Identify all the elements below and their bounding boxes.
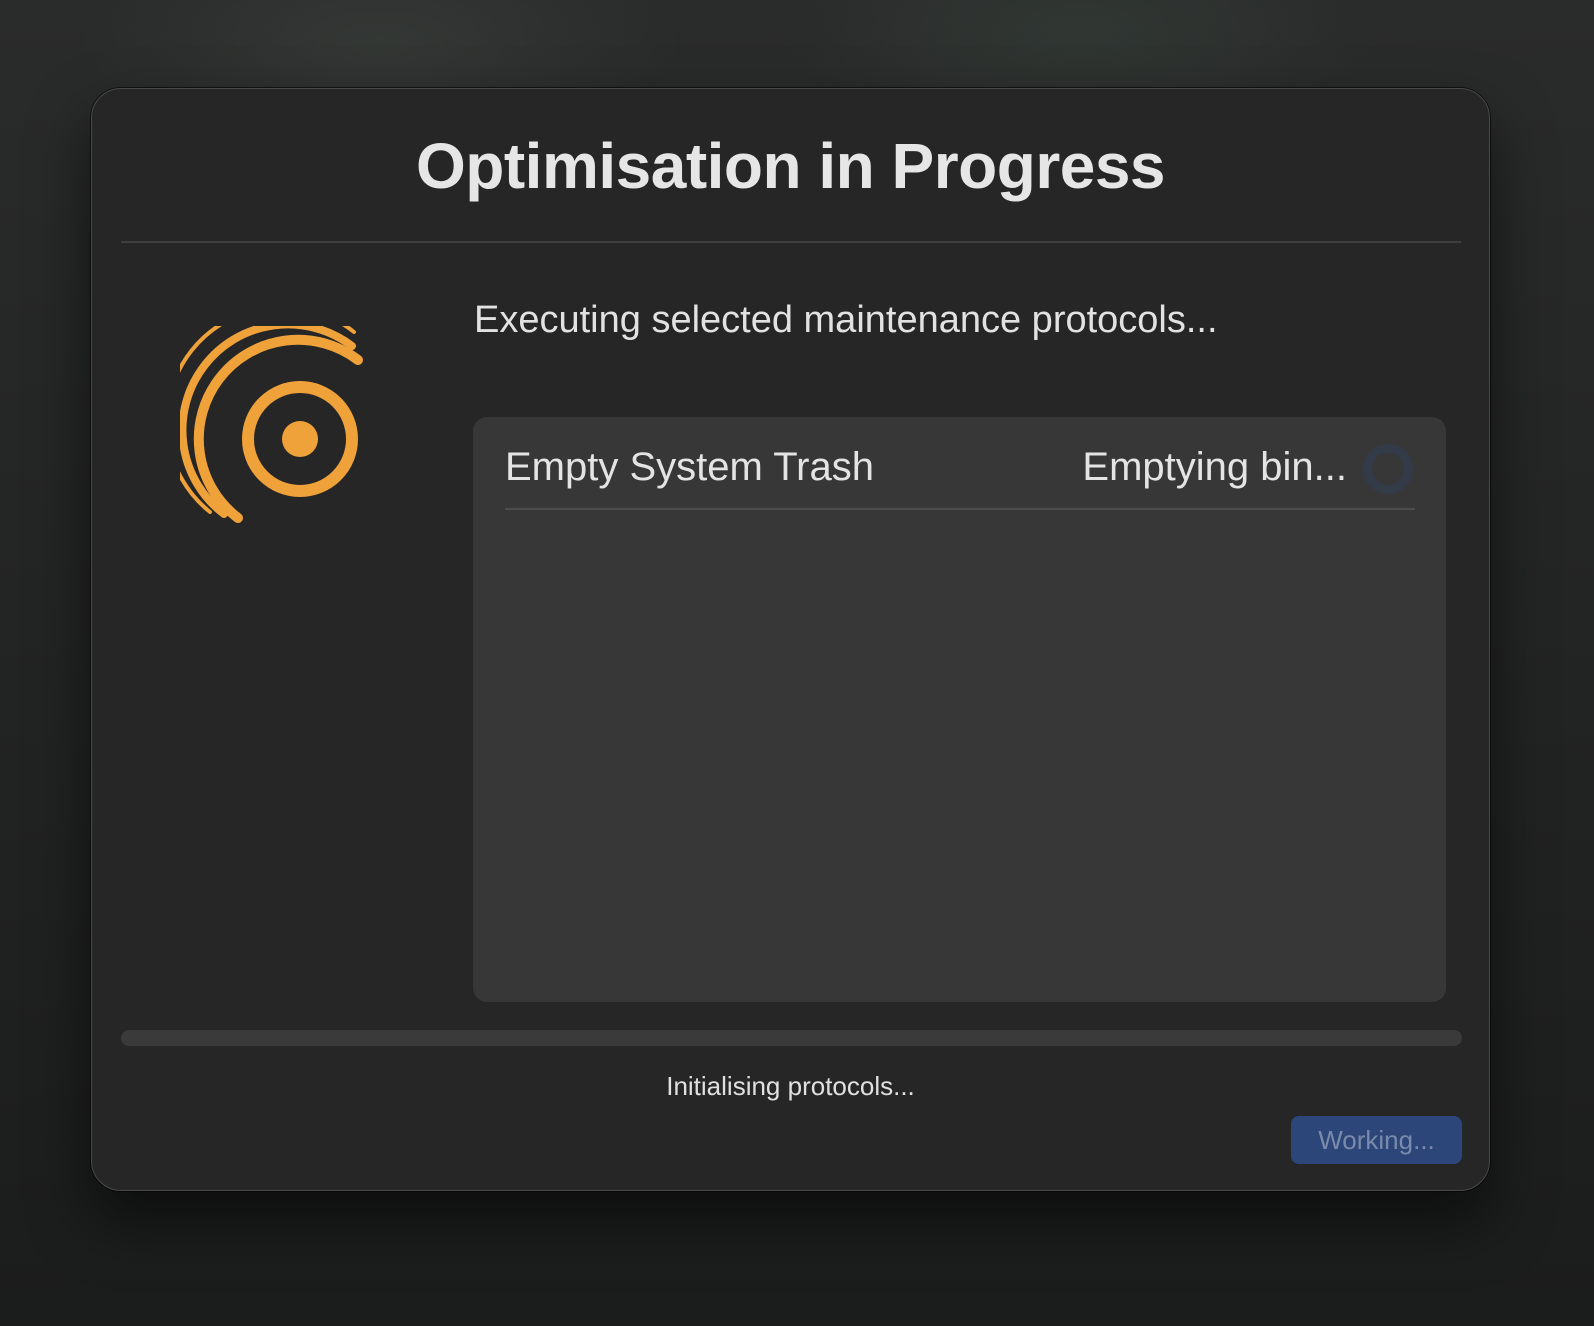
- optimisation-dialog: Optimisation in Progress Executing selec…: [91, 88, 1490, 1191]
- title-divider: [121, 241, 1461, 243]
- task-name: Empty System Trash: [505, 445, 874, 489]
- task-row: Empty System Trash Emptying bin...: [505, 417, 1415, 510]
- spinner-icon: [1363, 444, 1413, 494]
- working-button[interactable]: Working...: [1291, 1116, 1462, 1164]
- dialog-title: Optimisation in Progress: [415, 130, 1166, 202]
- progress-bar: [121, 1030, 1462, 1046]
- task-list-panel: Empty System Trash Emptying bin...: [473, 417, 1446, 1002]
- progress-status-text: Initialising protocols...: [666, 1071, 915, 1101]
- concentric-arcs-logo-icon: [180, 326, 363, 523]
- dialog-subtitle: Executing selected maintenance protocols…: [474, 299, 1218, 341]
- task-status: Emptying bin...: [1082, 445, 1347, 489]
